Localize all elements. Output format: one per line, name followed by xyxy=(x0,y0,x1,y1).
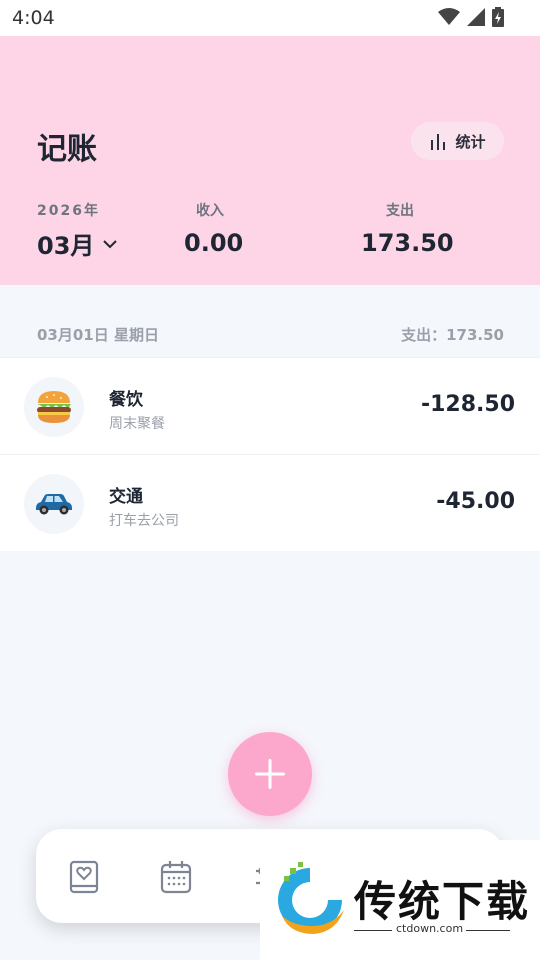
item-category: 交通 xyxy=(109,487,143,507)
day-group-date: 03月01日 星期日 xyxy=(37,326,159,344)
nav-item-ledger[interactable] xyxy=(64,857,104,897)
watermark-url: ctdown.com xyxy=(396,922,464,935)
chevron-down-icon xyxy=(103,239,118,248)
add-record-button[interactable] xyxy=(228,732,312,816)
page-title: 记账 xyxy=(37,132,97,167)
bar-chart-icon xyxy=(431,134,446,150)
hamburger-icon xyxy=(37,391,71,423)
battery-charging-icon xyxy=(492,7,504,27)
watermark-divider xyxy=(466,930,510,931)
month-picker[interactable]: 03月 xyxy=(37,226,118,261)
item-note: 打车去公司 xyxy=(109,513,179,529)
year-label: 2026年 xyxy=(37,203,100,219)
nav-item-calendar[interactable] xyxy=(156,857,196,897)
status-bar: 4:04 xyxy=(0,0,540,36)
category-avatar xyxy=(24,474,84,534)
wifi-icon xyxy=(438,8,460,25)
item-amount: -45.00 xyxy=(436,489,515,514)
list-item[interactable]: 交通 打车去公司 -45.00 xyxy=(0,454,540,551)
category-avatar xyxy=(24,377,84,437)
watermark-logo-icon xyxy=(278,862,344,934)
status-time: 4:04 xyxy=(12,7,55,29)
day-group-header: 03月01日 星期日 支出：173.50 xyxy=(0,306,540,356)
plus-icon xyxy=(255,759,285,789)
income-value: 0.00 xyxy=(184,229,244,257)
expense-label: 支出 xyxy=(386,203,414,219)
item-note: 周末聚餐 xyxy=(109,416,165,432)
summary-header: 记账 统计 2026年 03月 收入 0.00 支出 173.50 xyxy=(0,36,540,285)
watermark: 传统下载 ctdown.com xyxy=(260,840,540,960)
transaction-list: 餐饮 周末聚餐 -128.50 交通 打车去公司 -45.00 xyxy=(0,357,540,551)
month-value: 03月 xyxy=(37,232,95,260)
car-icon xyxy=(36,494,72,515)
stats-button[interactable]: 统计 xyxy=(411,122,504,160)
status-icons xyxy=(438,6,504,28)
day-group-total: 支出：173.50 xyxy=(401,326,504,344)
list-item[interactable]: 餐饮 周末聚餐 -128.50 xyxy=(0,357,540,454)
income-label: 收入 xyxy=(196,203,224,219)
item-category: 餐饮 xyxy=(109,390,143,410)
stats-button-label: 统计 xyxy=(455,132,486,151)
item-amount: -128.50 xyxy=(420,392,515,417)
book-heart-icon xyxy=(69,860,99,894)
watermark-divider xyxy=(354,930,392,931)
calendar-icon xyxy=(160,861,192,894)
watermark-text: 传统下载 xyxy=(354,877,531,926)
expense-value: 173.50 xyxy=(361,229,454,257)
signal-icon xyxy=(467,8,485,26)
